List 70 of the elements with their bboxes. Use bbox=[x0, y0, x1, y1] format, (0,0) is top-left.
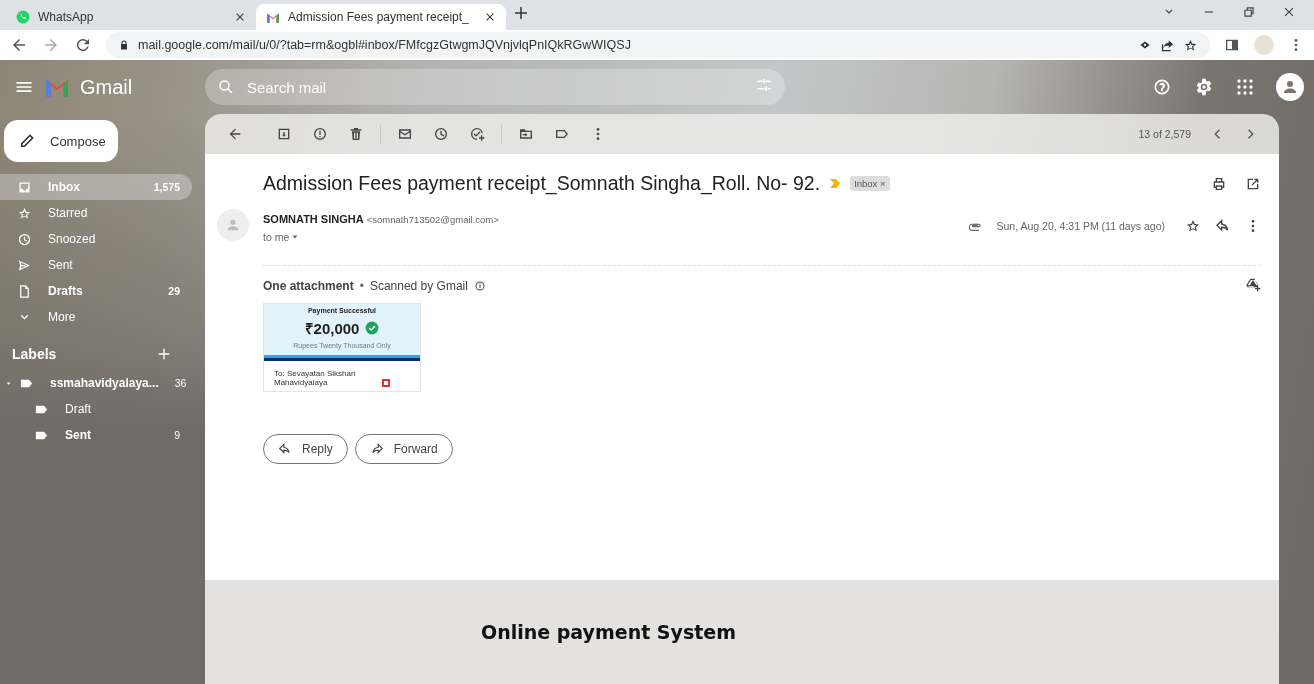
nav-item[interactable]: More bbox=[0, 304, 192, 330]
lock-icon bbox=[118, 39, 130, 51]
email-date: Sun, Aug 20, 4:31 PM (11 days ago) bbox=[996, 220, 1165, 232]
address-bar[interactable]: mail.google.com/mail/u/0/?tab=rm&ogbl#inbox/FMfcgzGtwgmJQVnjvlqPnIQkRGwWIQSJ bbox=[106, 32, 1210, 58]
nav-item[interactable]: Drafts 29 bbox=[0, 278, 192, 304]
reload-icon[interactable] bbox=[74, 36, 92, 54]
logo-text: Gmail bbox=[80, 75, 133, 99]
search-input[interactable]: Search mail bbox=[245, 77, 745, 97]
file-icon bbox=[17, 283, 32, 299]
print-icon[interactable] bbox=[1211, 175, 1227, 192]
search-field[interactable]: Search mail bbox=[205, 69, 785, 105]
report-icon[interactable] bbox=[312, 126, 328, 142]
add-to-drive-icon[interactable] bbox=[1245, 276, 1261, 292]
receipt-amount: ₹20,000 bbox=[304, 319, 360, 338]
label-item[interactable]: ssmahavidyalaya... 36 bbox=[0, 370, 192, 396]
mail-logo-icon bbox=[44, 77, 70, 97]
add-task-icon[interactable] bbox=[469, 126, 485, 142]
info-icon[interactable] bbox=[473, 279, 486, 292]
nav-item[interactable]: Starred bbox=[0, 200, 192, 226]
chat-logo-icon bbox=[16, 10, 30, 24]
close-icon[interactable] bbox=[484, 11, 496, 23]
footer-caption: Online payment System bbox=[481, 621, 736, 643]
reply-icon[interactable] bbox=[1215, 218, 1231, 234]
settings-icon[interactable] bbox=[1194, 77, 1214, 97]
forward-button[interactable]: Forward bbox=[354, 434, 453, 464]
sender-name: SOMNATH SINGHA bbox=[263, 213, 364, 225]
reply-button[interactable]: Reply bbox=[263, 434, 348, 464]
person-icon bbox=[1281, 78, 1299, 96]
delete-icon[interactable] bbox=[348, 126, 364, 142]
pager-count: 13 of 2,579 bbox=[1138, 128, 1191, 140]
attachment-heading: One attachment bbox=[263, 278, 354, 293]
clock-icon bbox=[17, 231, 32, 247]
side-panel-icon[interactable] bbox=[1224, 37, 1240, 53]
mail-icon[interactable] bbox=[397, 126, 413, 142]
close-icon[interactable] bbox=[234, 11, 246, 23]
star-icon bbox=[17, 205, 32, 221]
profile-avatar[interactable] bbox=[1276, 73, 1304, 101]
pencil-icon bbox=[18, 132, 36, 150]
receipt-payee: To: Sevayatan Sikshan Mahavidyalaya bbox=[274, 369, 357, 387]
new-tab-icon[interactable] bbox=[512, 4, 530, 22]
recipient-text[interactable]: to me bbox=[263, 231, 290, 243]
importance-marker-icon[interactable] bbox=[830, 179, 841, 188]
nav-item[interactable]: Snoozed bbox=[0, 226, 192, 252]
mail-logo-icon bbox=[266, 11, 280, 23]
sender-email: <somnath713502@gmail.com> bbox=[366, 214, 499, 225]
help-icon[interactable] bbox=[1152, 77, 1172, 97]
archive-icon[interactable] bbox=[276, 126, 292, 142]
label-item[interactable]: Draft bbox=[0, 396, 192, 422]
email-subject: Admission Fees payment receipt_Somnath Singha_Roll. No- 92. bbox=[263, 172, 821, 195]
nav-item[interactable]: Sent bbox=[0, 252, 192, 278]
label-item[interactable]: Sent 9 bbox=[0, 422, 192, 448]
move-folder-icon[interactable] bbox=[518, 126, 534, 142]
apps-icon[interactable] bbox=[1236, 78, 1254, 96]
bookmark-star-icon[interactable] bbox=[1183, 37, 1198, 53]
browser-tab[interactable]: Admission Fees payment receipt_ bbox=[256, 4, 506, 30]
person-icon bbox=[225, 217, 241, 233]
add-label-icon[interactable] bbox=[156, 346, 172, 362]
clock-icon[interactable] bbox=[433, 126, 449, 142]
restore-icon[interactable] bbox=[1242, 5, 1256, 19]
back-icon[interactable] bbox=[227, 126, 243, 142]
close-icon[interactable] bbox=[1282, 5, 1296, 19]
labels-heading: Labels bbox=[12, 346, 57, 362]
scan-note: Scanned by Gmail bbox=[369, 278, 468, 293]
separator-dot: • bbox=[359, 278, 364, 293]
browser-tab[interactable]: WhatsApp bbox=[6, 4, 256, 30]
verified-badge-icon bbox=[365, 321, 380, 335]
reply-icon bbox=[278, 442, 292, 456]
inbox-chip[interactable]: Inbox × bbox=[850, 176, 890, 191]
star-icon[interactable] bbox=[1185, 218, 1201, 234]
compose-button[interactable]: Compose bbox=[4, 120, 118, 162]
